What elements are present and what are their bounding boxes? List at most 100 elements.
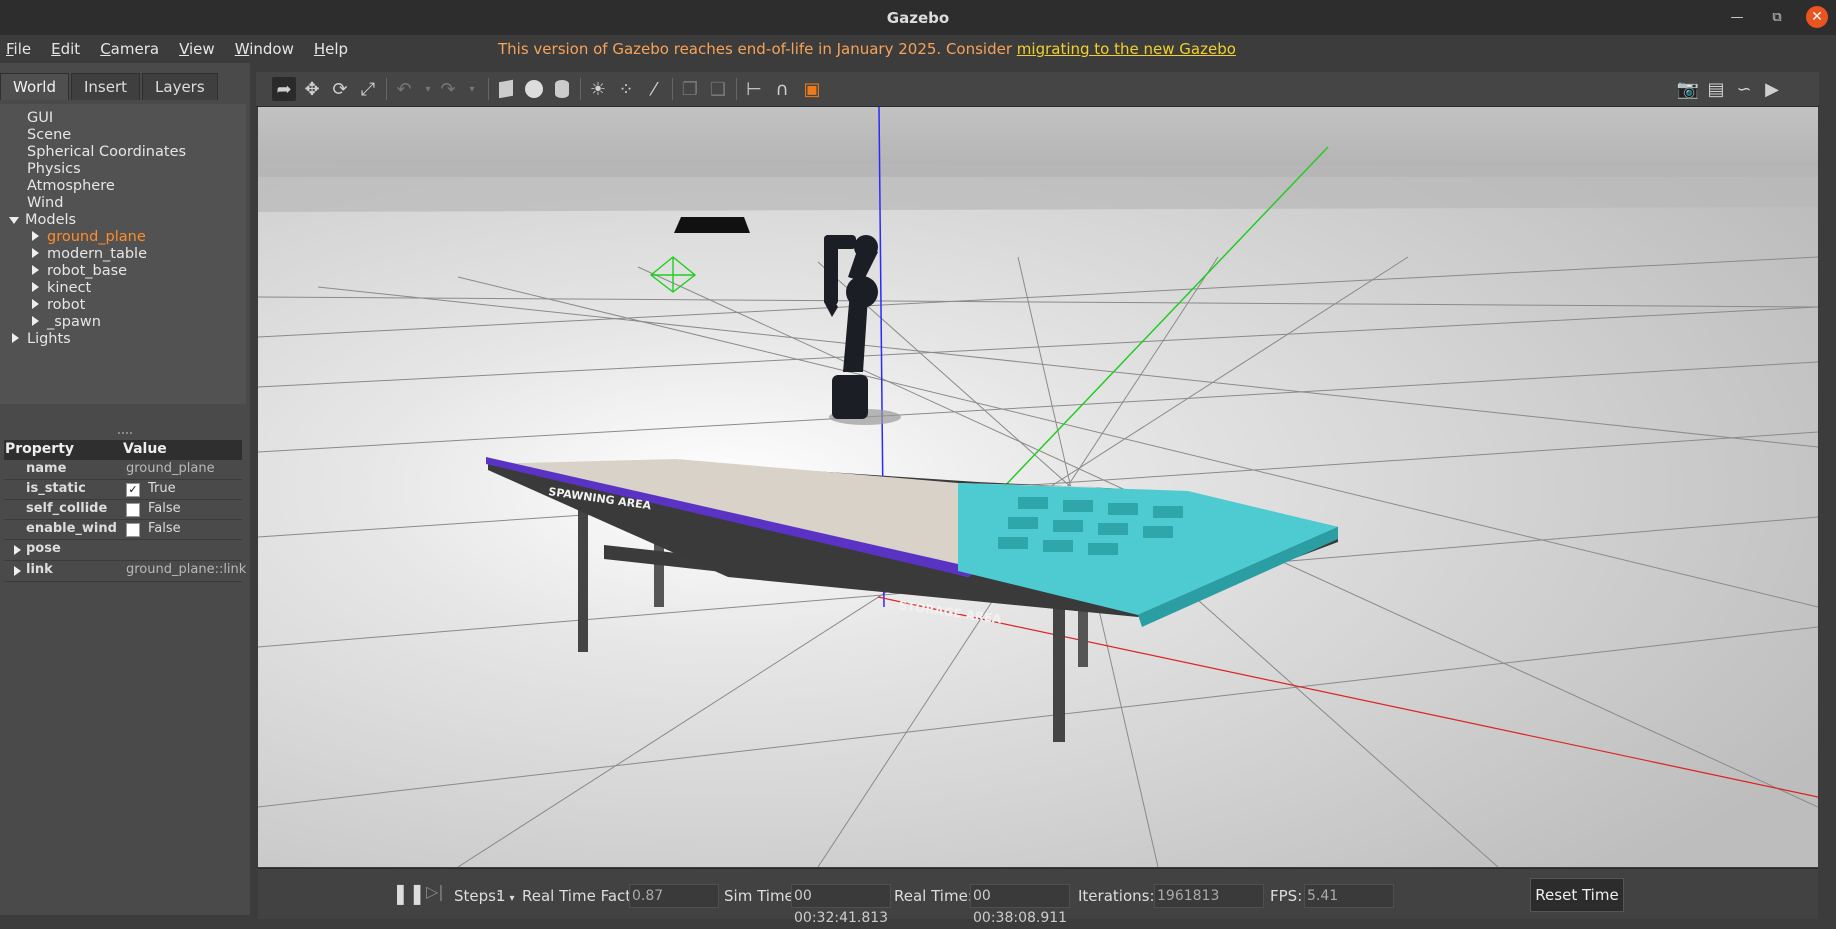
steps-label: Steps: — [454, 887, 502, 905]
property-table: Property Value name ground_plane is_stat… — [4, 440, 246, 582]
toolbar-separator — [580, 78, 581, 100]
cylinder-icon[interactable] — [550, 77, 574, 101]
tree-item-models[interactable]: Models — [9, 212, 76, 229]
tree-item-spherical-coordinates[interactable]: Spherical Coordinates — [27, 144, 186, 161]
copy-icon[interactable]: ❐ — [678, 77, 702, 101]
property-row-is-static: is_static ✓ True — [4, 480, 242, 500]
toolbar-separator — [386, 78, 387, 100]
tree-item-robot[interactable]: robot — [32, 297, 85, 314]
expand-right-icon[interactable] — [12, 333, 19, 343]
tree-item-ground-plane[interactable]: ground_plane — [32, 229, 146, 246]
sim-time-value: 00 00:32:41.813 — [791, 884, 891, 926]
real-time-factor-value: 0.87 — [629, 884, 719, 908]
panel-splitter[interactable] — [118, 432, 132, 436]
tree-item-atmosphere[interactable]: Atmosphere — [27, 178, 115, 195]
property-row-enable-wind: enable_wind False — [4, 520, 242, 540]
expand-right-icon[interactable] — [14, 545, 21, 555]
property-row-link[interactable]: link ground_plane::link — [4, 561, 246, 582]
migrate-link[interactable]: migrating to the new Gazebo — [1017, 40, 1236, 58]
window-title: Gazebo — [886, 8, 950, 27]
expand-right-icon[interactable] — [32, 248, 39, 258]
title-bar: Gazebo — ⧉ ✕ — [0, 0, 1836, 35]
expand-right-icon[interactable] — [32, 282, 39, 292]
property-row-self-collide: self_collide False — [4, 500, 242, 520]
align-icon[interactable]: ⊢ — [742, 77, 766, 101]
tree-item-robot-base[interactable]: robot_base — [32, 263, 127, 280]
screenshot-camera-icon[interactable]: 📷 — [1676, 77, 1700, 101]
redo-dropdown-icon[interactable]: ▾ — [460, 77, 484, 101]
expand-right-icon[interactable] — [14, 566, 21, 576]
scale-icon[interactable]: ⤢ — [356, 77, 380, 101]
world-tree: GUI Scene Spherical Coordinates Physics … — [0, 104, 246, 404]
expand-right-icon[interactable] — [32, 316, 39, 326]
enable-wind-checkbox[interactable] — [126, 523, 140, 537]
property-row-pose[interactable]: pose — [4, 540, 242, 561]
3d-viewport[interactable]: SPAWNING AREA STORAGE AREA — [258, 107, 1818, 867]
eol-notice: This version of Gazebo reaches end-of-li… — [498, 40, 1236, 58]
tree-item-physics[interactable]: Physics — [27, 161, 81, 178]
menu-file[interactable]: File — [0, 40, 37, 58]
sim-time-label: Sim Time: — [724, 887, 799, 905]
plot-icon[interactable]: ∽ — [1732, 77, 1756, 101]
fps-value: 5.41 — [1304, 884, 1394, 908]
menu-edit[interactable]: Edit — [45, 40, 86, 58]
maximize-icon[interactable]: ⧉ — [1766, 6, 1788, 28]
toolbar-separator — [672, 78, 673, 100]
expand-down-icon[interactable] — [9, 216, 19, 224]
tree-item-lights[interactable]: Lights — [12, 331, 71, 348]
window-controls: — ⧉ ✕ — [1726, 6, 1828, 28]
iterations-value: 1961813 — [1154, 884, 1264, 908]
tab-insert[interactable]: Insert — [71, 73, 141, 100]
tree-item-modern-table[interactable]: modern_table — [32, 246, 147, 263]
close-icon[interactable]: ✕ — [1806, 6, 1828, 28]
tab-world[interactable]: World — [0, 73, 69, 100]
tree-item-scene[interactable]: Scene — [27, 127, 71, 144]
pause-icon[interactable]: ❚❚ — [392, 881, 426, 905]
toolbar: ➦ ✥ ⟳ ⤢ ↶ ▾ ↷ ▾ ☀ ⁘ ⁄ ❐ ❑ ⊢ ∩ ▣ 📷 ▤ ∽ ▶ — [256, 72, 1819, 107]
real-time-label: Real Time: — [894, 887, 973, 905]
panel-tabs: World Insert Layers — [0, 73, 220, 101]
tree-item-wind[interactable]: Wind — [27, 195, 63, 212]
expand-right-icon[interactable] — [32, 299, 39, 309]
box-icon[interactable] — [494, 77, 518, 101]
tree-item-spawn[interactable]: _spawn — [32, 314, 101, 331]
redo-icon[interactable]: ↷ — [436, 77, 460, 101]
video-record-icon[interactable]: ▶ — [1760, 77, 1784, 101]
view-angle-icon[interactable]: ▣ — [800, 77, 824, 101]
tree-item-kinect[interactable]: kinect — [32, 280, 91, 297]
left-panel: World Insert Layers GUI Scene Spherical … — [0, 63, 250, 915]
paste-icon[interactable]: ❑ — [706, 77, 730, 101]
spot-light-icon[interactable]: ⁘ — [614, 77, 638, 101]
property-row-name: name ground_plane — [4, 460, 242, 480]
reset-time-button[interactable]: Reset Time — [1530, 878, 1624, 912]
sphere-icon[interactable] — [522, 77, 546, 101]
menu-help[interactable]: Help — [308, 40, 354, 58]
chevron-down-icon: ▾ — [509, 893, 515, 904]
minimize-icon[interactable]: — — [1726, 6, 1748, 28]
log-icon[interactable]: ▤ — [1704, 77, 1728, 101]
toolbar-separator — [488, 78, 489, 100]
kinect-sensor[interactable] — [674, 217, 750, 233]
snap-magnet-icon[interactable]: ∩ — [770, 77, 794, 101]
menu-window[interactable]: Window — [229, 40, 300, 58]
translate-icon[interactable]: ✥ — [300, 77, 324, 101]
status-bar: ❚❚ ▷| Steps: 1 ▾ Real Time Factor: 0.87 S… — [258, 868, 1818, 926]
steps-spinner[interactable]: 1 ▾ — [496, 887, 515, 905]
menu-camera[interactable]: Camera — [94, 40, 165, 58]
tab-layers[interactable]: Layers — [142, 73, 218, 100]
point-light-icon[interactable]: ☀ — [586, 77, 610, 101]
rotate-icon[interactable]: ⟳ — [328, 77, 352, 101]
tree-item-gui[interactable]: GUI — [27, 110, 53, 127]
menu-view[interactable]: View — [173, 40, 221, 58]
select-arrow-icon[interactable]: ➦ — [272, 77, 296, 101]
expand-right-icon[interactable] — [32, 231, 39, 241]
property-header: Property Value — [4, 440, 242, 460]
horizon-band — [258, 162, 1818, 212]
undo-icon[interactable]: ↶ — [392, 77, 416, 101]
expand-right-icon[interactable] — [32, 265, 39, 275]
step-forward-icon[interactable]: ▷| — [426, 882, 444, 901]
is-static-checkbox[interactable]: ✓ — [126, 483, 140, 497]
self-collide-checkbox[interactable] — [126, 503, 140, 517]
directional-light-icon[interactable]: ⁄ — [642, 77, 666, 101]
real-time-value: 00 00:38:08.911 — [970, 884, 1070, 926]
